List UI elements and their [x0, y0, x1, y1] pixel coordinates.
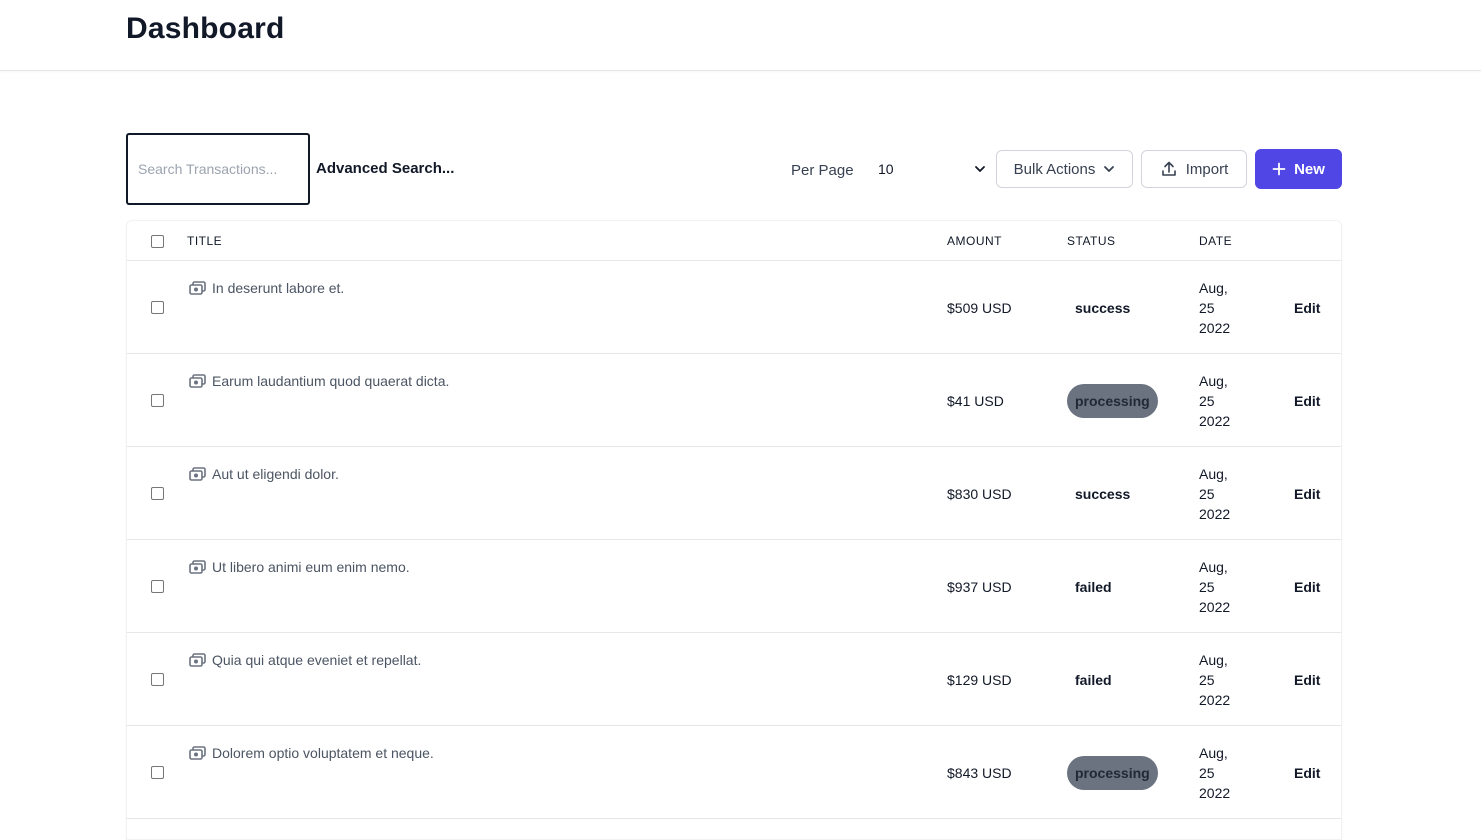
column-header-date: DATE	[1199, 234, 1233, 248]
page-title: Dashboard	[126, 12, 285, 45]
row-date: Aug, 25 2022	[1199, 650, 1249, 710]
cash-icon	[189, 560, 206, 574]
row-date-day: 25	[1199, 486, 1215, 502]
row-title-cell: Aut ut eligendi dolor.	[189, 466, 339, 482]
search-input[interactable]	[126, 133, 310, 205]
row-title: Ut libero animi eum enim nemo.	[212, 559, 410, 575]
row-date-day: 25	[1199, 672, 1215, 688]
row-checkbox[interactable]	[151, 766, 164, 779]
column-header-title: TITLE	[187, 234, 223, 248]
column-header-status: STATUS	[1067, 234, 1116, 248]
row-amount: $937 USD	[947, 579, 1012, 595]
table-row: Ut libero animi eum enim nemo. $937 USD …	[127, 540, 1341, 633]
row-date-day: 25	[1199, 393, 1215, 409]
row-date-day: 25	[1199, 579, 1215, 595]
row-date-month: Aug,	[1199, 745, 1228, 761]
chevron-down-icon	[975, 166, 985, 172]
edit-link[interactable]: Edit	[1294, 393, 1320, 409]
cash-icon	[189, 653, 206, 667]
per-page-label: Per Page	[791, 162, 854, 179]
edit-link[interactable]: Edit	[1294, 579, 1320, 595]
row-date: Aug, 25 2022	[1199, 278, 1249, 338]
table-row: Quia qui atque eveniet et repellat. $129…	[127, 633, 1341, 726]
status-badge: success	[1075, 300, 1131, 316]
edit-link[interactable]: Edit	[1294, 300, 1320, 316]
row-date-year: 2022	[1199, 599, 1231, 615]
table-row: Dolorem optio voluptatem et neque. $843 …	[127, 726, 1341, 819]
column-header-amount: AMOUNT	[947, 234, 1002, 248]
cash-icon	[189, 374, 206, 388]
row-date-year: 2022	[1199, 692, 1231, 708]
row-date-month: Aug,	[1199, 466, 1228, 482]
row-amount: $41 USD	[947, 393, 1004, 409]
status-badge: processing	[1067, 384, 1158, 418]
row-amount: $509 USD	[947, 300, 1012, 316]
row-date: Aug, 25 2022	[1199, 371, 1249, 431]
cash-icon	[189, 746, 206, 760]
transactions-table: TITLE AMOUNT STATUS DATE In deserunt lab…	[126, 220, 1342, 840]
row-amount: $830 USD	[947, 486, 1012, 502]
row-amount: $129 USD	[947, 672, 1012, 688]
bulk-actions-button[interactable]: Bulk Actions	[996, 150, 1133, 188]
edit-link[interactable]: Edit	[1294, 486, 1320, 502]
row-title: Dolorem optio voluptatem et neque.	[212, 745, 434, 761]
import-label: Import	[1185, 160, 1229, 178]
bulk-actions-label: Bulk Actions	[1013, 160, 1096, 178]
status-badge: success	[1075, 486, 1131, 502]
advanced-search-button[interactable]: Advanced Search...	[316, 160, 454, 177]
row-title-cell: Quia qui atque eveniet et repellat.	[189, 652, 421, 668]
edit-link[interactable]: Edit	[1294, 672, 1320, 688]
new-label: New	[1294, 160, 1325, 178]
table-header: TITLE AMOUNT STATUS DATE	[127, 221, 1341, 261]
status-badge: failed	[1075, 579, 1112, 595]
row-checkbox[interactable]	[151, 673, 164, 686]
select-all-checkbox[interactable]	[151, 235, 164, 248]
per-page-select[interactable]: 10	[866, 150, 988, 188]
plus-icon	[1272, 162, 1286, 176]
row-title-cell: Ut libero animi eum enim nemo.	[189, 559, 410, 575]
row-title: Earum laudantium quod quaerat dicta.	[212, 373, 450, 389]
new-button[interactable]: New	[1255, 149, 1342, 189]
table-row: Earum laudantium quod quaerat dicta. $41…	[127, 354, 1341, 447]
row-date-year: 2022	[1199, 413, 1231, 429]
row-date: Aug, 25 2022	[1199, 464, 1249, 524]
cash-icon	[189, 467, 206, 481]
row-date-year: 2022	[1199, 506, 1231, 522]
status-badge: failed	[1075, 672, 1112, 688]
row-date-month: Aug,	[1199, 280, 1228, 296]
import-button[interactable]: Import	[1141, 150, 1247, 188]
row-title-cell: Dolorem optio voluptatem et neque.	[189, 745, 434, 761]
row-title-cell: In deserunt labore et.	[189, 280, 344, 296]
status-badge: processing	[1067, 756, 1158, 790]
table-row: Aut ut eligendi dolor. $830 USD success …	[127, 447, 1341, 540]
row-checkbox[interactable]	[151, 580, 164, 593]
cash-icon	[189, 281, 206, 295]
row-date-year: 2022	[1199, 785, 1231, 801]
row-date: Aug, 25 2022	[1199, 743, 1249, 803]
row-date: Aug, 25 2022	[1199, 557, 1249, 617]
row-date-month: Aug,	[1199, 652, 1228, 668]
row-date-day: 25	[1199, 300, 1215, 316]
row-amount: $843 USD	[947, 765, 1012, 781]
row-date-day: 25	[1199, 765, 1215, 781]
row-title-cell: Earum laudantium quod quaerat dicta.	[189, 373, 449, 389]
row-title: Aut ut eligendi dolor.	[212, 466, 339, 482]
row-checkbox[interactable]	[151, 487, 164, 500]
row-checkbox[interactable]	[151, 301, 164, 314]
per-page-value: 10	[878, 161, 894, 177]
row-date-year: 2022	[1199, 320, 1231, 336]
table-row: In deserunt labore et. $509 USD success …	[127, 261, 1341, 354]
row-title: In deserunt labore et.	[212, 280, 345, 296]
row-date-month: Aug,	[1199, 559, 1228, 575]
row-title: Quia qui atque eveniet et repellat.	[212, 652, 422, 668]
row-checkbox[interactable]	[151, 394, 164, 407]
top-header: Dashboard	[0, 0, 1481, 71]
table-toolbar: Advanced Search... Per Page 10 Bulk Acti…	[126, 133, 1342, 205]
row-date-month: Aug,	[1199, 373, 1228, 389]
edit-link[interactable]: Edit	[1294, 765, 1320, 781]
upload-icon	[1161, 161, 1176, 176]
chevron-down-icon	[1104, 166, 1115, 172]
